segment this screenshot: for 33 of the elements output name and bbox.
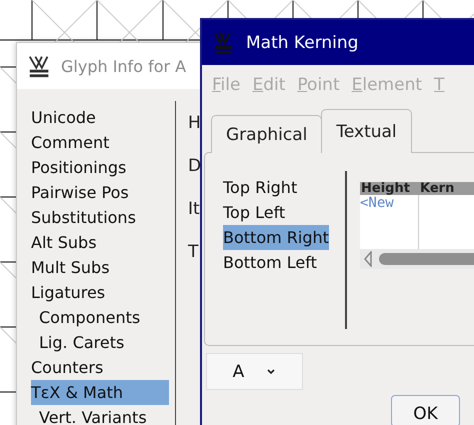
- list-item[interactable]: Top Right: [223, 175, 298, 200]
- sidebar-item[interactable]: Components: [31, 305, 169, 330]
- field-label: H: [188, 112, 202, 135]
- window-title: Math Kerning: [246, 32, 358, 52]
- field-label: It: [188, 198, 201, 221]
- scrollbar[interactable]: [360, 249, 474, 269]
- app-icon: [214, 30, 234, 54]
- window-title: Glyph Info for A: [61, 56, 186, 76]
- column-header[interactable]: Height: [360, 182, 419, 195]
- sidebar-item[interactable]: Counters: [31, 355, 169, 380]
- field-label: D: [188, 155, 202, 178]
- sidebar-item[interactable]: Substitutions: [31, 205, 169, 230]
- column-header[interactable]: Kern: [419, 182, 454, 195]
- field-label: T: [188, 241, 200, 264]
- sidebar-item[interactable]: Pairwise Pos: [31, 180, 169, 205]
- sidebar-item[interactable]: Ligatures: [31, 280, 169, 305]
- left-arrow-icon[interactable]: [363, 251, 373, 267]
- ok-button[interactable]: OK: [391, 395, 460, 425]
- sidebar-item[interactable]: Unicode: [31, 105, 169, 130]
- sidebar-item[interactable]: Alt Subs: [31, 230, 169, 255]
- sidebar-item[interactable]: Comment: [31, 130, 169, 155]
- caret-icon: [266, 368, 276, 375]
- list-item[interactable]: Bottom Left: [223, 250, 317, 275]
- tab[interactable]: Textual: [321, 109, 412, 153]
- sidebar-item[interactable]: Vert. Variants: [31, 405, 169, 425]
- list-item[interactable]: Top Left: [223, 200, 286, 225]
- sidebar-item[interactable]: TεX & Math: [31, 380, 169, 405]
- glyph-dropdown[interactable]: A: [206, 353, 303, 390]
- list-item[interactable]: Bottom Right: [223, 225, 329, 250]
- tab[interactable]: Graphical: [211, 115, 322, 153]
- sidebar-item[interactable]: Positionings: [31, 155, 169, 180]
- sidebar-item[interactable]: Lig. Carets: [31, 330, 169, 355]
- sidebar-item[interactable]: Mult Subs: [31, 255, 169, 280]
